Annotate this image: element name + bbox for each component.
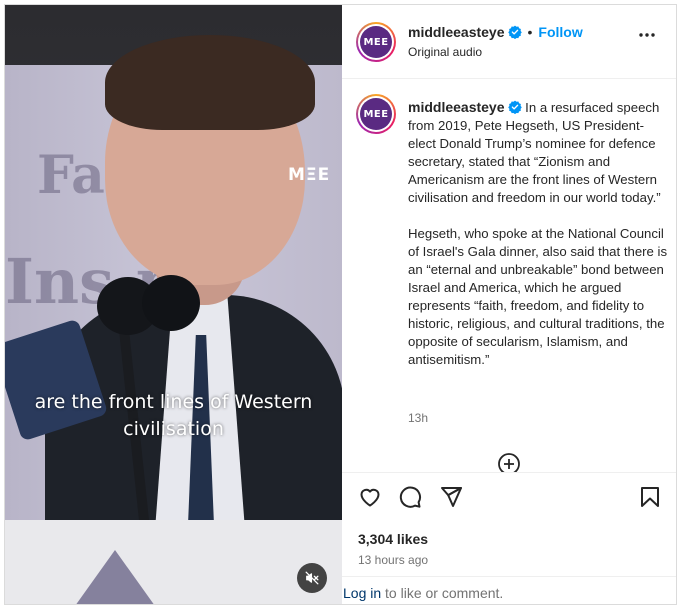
follow-button[interactable]: Follow bbox=[538, 24, 582, 40]
post-timestamp[interactable]: 13 hours ago bbox=[358, 553, 428, 567]
backdrop-banner-text-top: Fa bbox=[37, 145, 105, 206]
caption-avatar[interactable]: MEE bbox=[356, 94, 396, 134]
heart-icon bbox=[358, 485, 382, 509]
mee-logo: MEE bbox=[360, 26, 392, 58]
instagram-post-card: Fa Ins ne MΞE are the front lines of Wes… bbox=[4, 4, 677, 605]
share-button[interactable] bbox=[439, 485, 463, 509]
post-caption: middleeasteye In a resurfaced speech fro… bbox=[408, 98, 670, 387]
bookmark-icon bbox=[638, 485, 662, 509]
plus-circle-icon bbox=[497, 452, 521, 472]
load-more-comments-button[interactable] bbox=[497, 452, 521, 472]
post-details-panel: MEE middleeasteye • Follow Original audi… bbox=[342, 5, 676, 604]
likes-count[interactable]: 3,304 likes bbox=[358, 531, 428, 547]
video-subtitle-line-1: are the front lines of Western bbox=[34, 391, 313, 413]
podium bbox=[5, 520, 342, 604]
video-subtitle: are the front lines of Western civilisat… bbox=[5, 389, 342, 443]
caption-paragraph-2: Hegseth, who spoke at the National Counc… bbox=[408, 226, 668, 367]
separator-dot: • bbox=[527, 24, 533, 40]
podium-emblem bbox=[75, 550, 155, 604]
original-audio-link[interactable]: Original audio bbox=[408, 45, 482, 59]
speaker-hair bbox=[105, 35, 315, 130]
login-prompt-text: to like or comment. bbox=[381, 585, 504, 601]
mee-logo-small: MEE bbox=[360, 98, 392, 130]
account-avatar[interactable]: MEE bbox=[356, 22, 396, 62]
save-button[interactable] bbox=[638, 485, 662, 509]
header-username-line: middleeasteye • Follow bbox=[408, 24, 583, 40]
like-button[interactable] bbox=[358, 485, 382, 509]
caption-username[interactable]: middleeasteye bbox=[408, 99, 505, 115]
mute-toggle-button[interactable] bbox=[297, 563, 327, 593]
more-options-icon bbox=[638, 32, 656, 38]
muted-speaker-icon bbox=[305, 571, 319, 585]
caption-paragraph-1: middleeasteye In a resurfaced speech fro… bbox=[408, 98, 670, 207]
microphone-right bbox=[142, 275, 200, 331]
login-link[interactable]: Log in bbox=[343, 585, 381, 601]
more-options-button[interactable] bbox=[638, 32, 656, 38]
mee-watermark: MΞE bbox=[288, 165, 331, 185]
comment-bubble-icon bbox=[398, 485, 422, 509]
verified-badge-icon bbox=[507, 25, 522, 39]
account-username[interactable]: middleeasteye bbox=[408, 24, 505, 40]
post-video[interactable]: Fa Ins ne MΞE are the front lines of Wes… bbox=[5, 5, 342, 604]
send-paper-plane-icon bbox=[439, 485, 463, 509]
post-header: MEE middleeasteye • Follow Original audi… bbox=[342, 5, 676, 79]
comments-section[interactable]: MEE middleeasteye In a resurfaced speech… bbox=[342, 80, 676, 472]
verified-badge-icon bbox=[507, 100, 522, 114]
video-subtitle-line-2: civilisation bbox=[123, 418, 224, 440]
caption-text-1: In a resurfaced speech from 2019, Pete H… bbox=[408, 100, 661, 205]
caption-timestamp[interactable]: 13h bbox=[408, 411, 428, 425]
comment-button[interactable] bbox=[398, 485, 422, 509]
login-prompt: Log in to like or comment. bbox=[342, 576, 676, 604]
